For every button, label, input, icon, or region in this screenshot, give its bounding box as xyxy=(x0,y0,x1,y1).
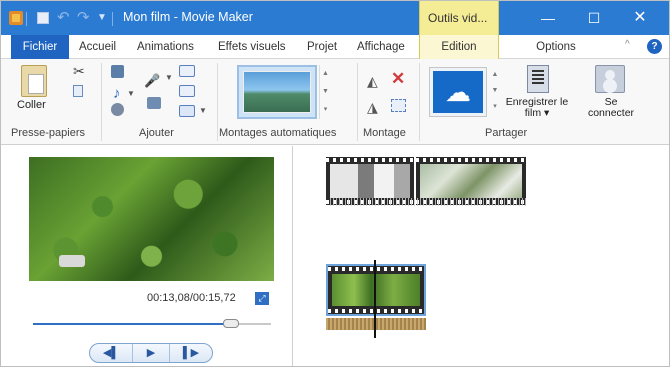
clip-thumbnail xyxy=(332,274,420,306)
help-icon[interactable]: ? xyxy=(647,39,662,54)
tab-accueil[interactable]: Accueil xyxy=(71,35,124,59)
close-button[interactable]: ✕ xyxy=(617,1,663,35)
tab-animations[interactable]: Animations xyxy=(129,35,202,59)
remove-icon[interactable]: ✕ xyxy=(391,69,405,89)
undo-icon[interactable]: ↶ xyxy=(57,8,71,26)
tab-affichage[interactable]: Affichage xyxy=(349,35,413,59)
save-movie-button-label[interactable]: Enregistrer le film ▾ xyxy=(505,97,569,119)
gallery-more-icon[interactable]: ▾ xyxy=(320,101,331,119)
gallery-down-icon[interactable]: ▼ xyxy=(320,83,331,101)
redo-icon[interactable]: ↷ xyxy=(77,8,91,26)
video-tools-context-header: Outils vid... xyxy=(419,1,499,35)
maximize-button[interactable]: ☐ xyxy=(571,1,617,35)
onedrive-icon xyxy=(433,71,483,113)
storyboard xyxy=(294,146,669,366)
share-down-icon[interactable]: ▼ xyxy=(489,83,501,99)
paste-icon[interactable] xyxy=(21,65,47,97)
playhead[interactable] xyxy=(374,260,376,338)
window-title: Mon film - Movie Maker xyxy=(123,10,253,24)
group-separator xyxy=(357,63,358,141)
add-video-icon[interactable] xyxy=(111,65,124,78)
clip-audio-waveform xyxy=(330,198,526,206)
play-button[interactable]: ▶ xyxy=(132,344,170,362)
automovie-theme-thumbnail[interactable] xyxy=(243,71,311,113)
tab-options[interactable]: Options xyxy=(521,35,591,59)
seek-thumb[interactable] xyxy=(222,319,239,328)
cut-icon[interactable]: ✂ xyxy=(73,63,85,80)
credits-dropdown-icon[interactable]: ▼ xyxy=(199,106,207,115)
rotate-right-icon[interactable]: ◮ xyxy=(367,99,378,116)
tab-edition[interactable]: Edition xyxy=(419,35,499,59)
webcam-video-icon[interactable] xyxy=(111,103,124,116)
automovie-theme-gallery[interactable] xyxy=(237,65,317,119)
clip-thumbnail xyxy=(420,164,522,198)
music-track[interactable] xyxy=(326,318,426,330)
add-title-icon[interactable] xyxy=(179,65,195,77)
group-separator xyxy=(217,63,218,141)
paste-button-label[interactable]: Coller xyxy=(17,99,46,111)
video-clip-selected[interactable] xyxy=(326,264,426,316)
group-separator xyxy=(419,63,420,141)
rotate-left-icon[interactable]: ◭ xyxy=(367,73,378,90)
fullscreen-icon[interactable]: ⤢ xyxy=(255,292,269,305)
qat-dropdown-icon[interactable]: ▼ xyxy=(97,12,111,26)
tab-projet[interactable]: Projet xyxy=(299,35,345,59)
gallery-scroll-buttons[interactable]: ▲ ▼ ▾ xyxy=(319,65,331,119)
moviemaker-app-icon[interactable] xyxy=(9,11,23,25)
save-icon[interactable] xyxy=(37,12,49,24)
group-label-add: Ajouter xyxy=(139,127,174,139)
minimize-button[interactable]: — xyxy=(525,1,571,35)
title-separator xyxy=(112,12,113,26)
signin-button-label[interactable]: Se connecter xyxy=(583,97,639,119)
video-car-detail xyxy=(59,255,85,267)
preview-pane: 00:13,08/00:15,72 ⤢ ◀▌ ▶ ▌▶ xyxy=(1,146,293,366)
record-narration-icon[interactable]: 🎤 xyxy=(144,73,160,88)
clip-thumbnail xyxy=(330,164,410,198)
add-caption-icon[interactable] xyxy=(179,85,195,97)
group-label-share: Partager xyxy=(485,127,528,139)
snapshot-icon[interactable] xyxy=(147,97,161,109)
narration-dropdown-icon[interactable]: ▼ xyxy=(165,73,173,82)
add-music-icon[interactable]: ♪ xyxy=(113,85,126,102)
seek-bar[interactable] xyxy=(33,319,271,328)
next-frame-button[interactable]: ▌▶ xyxy=(172,344,210,362)
qat-separator xyxy=(26,12,27,26)
add-credits-icon[interactable] xyxy=(179,105,195,117)
ribbon: Coller ✂ Presse-papiers ♪ ▼ 🎤 ▼ ▼ Ajoute… xyxy=(1,59,669,145)
add-music-dropdown-icon[interactable]: ▼ xyxy=(127,89,135,98)
ribbon-tabs: Fichier Accueil Animations Effets visuel… xyxy=(1,35,669,59)
copy-icon[interactable] xyxy=(73,85,83,97)
group-separator xyxy=(101,63,102,141)
collapse-ribbon-icon[interactable]: ^ xyxy=(625,39,630,50)
group-label-clipboard: Presse-papiers xyxy=(11,127,85,139)
save-movie-icon[interactable] xyxy=(527,65,549,93)
video-preview[interactable] xyxy=(29,157,274,281)
movie-maker-window: ↶ ↷ ▼ Mon film - Movie Maker Outils vid.… xyxy=(0,0,670,367)
title-bar: ↶ ↷ ▼ Mon film - Movie Maker Outils vid.… xyxy=(1,1,669,35)
previous-frame-button[interactable]: ◀▌ xyxy=(92,344,130,362)
select-all-icon[interactable] xyxy=(391,99,406,112)
share-more-icon[interactable]: ▾ xyxy=(489,99,501,115)
tab-effets-visuels[interactable]: Effets visuels xyxy=(210,35,294,59)
timecode: 00:13,08/00:15,72 xyxy=(147,292,236,304)
playback-controls: ◀▌ ▶ ▌▶ xyxy=(89,343,213,363)
share-up-icon[interactable]: ▲ xyxy=(489,67,501,83)
tab-fichier[interactable]: Fichier xyxy=(11,35,69,59)
gallery-up-icon[interactable]: ▲ xyxy=(320,65,331,83)
group-label-editing: Montage xyxy=(363,127,406,139)
onedrive-share-button[interactable] xyxy=(429,67,487,117)
seek-bar-fill xyxy=(33,323,231,325)
signin-icon[interactable] xyxy=(595,65,625,93)
group-label-automovie: Montages automatiques xyxy=(219,127,337,139)
share-scroll-buttons[interactable]: ▲ ▼ ▾ xyxy=(489,67,501,117)
